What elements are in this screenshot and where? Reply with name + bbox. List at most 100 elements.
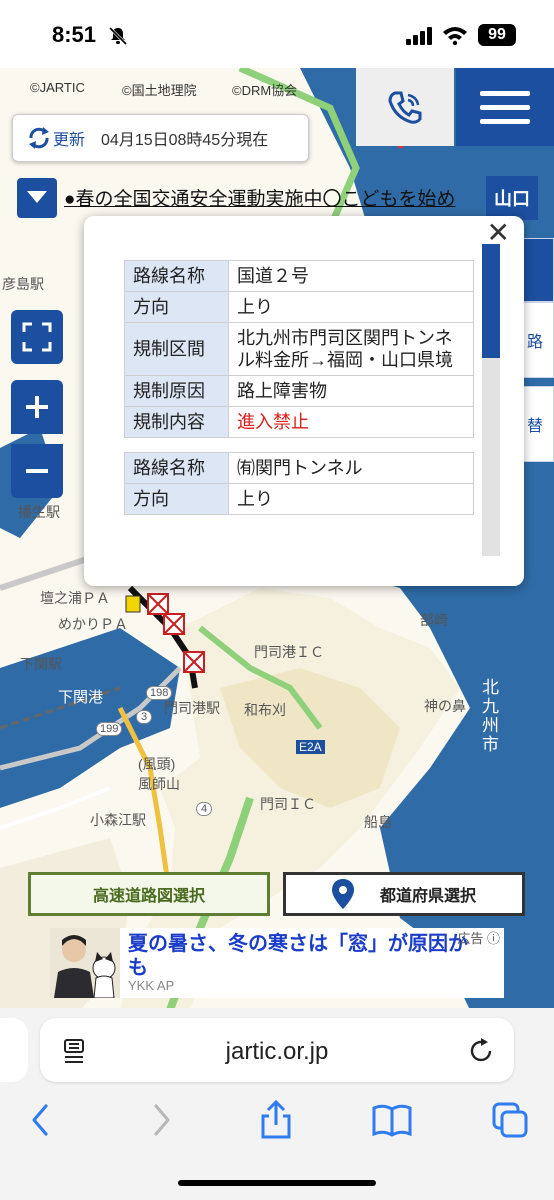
map-label-place: 部崎: [420, 612, 448, 628]
phone-icon: [388, 91, 422, 124]
ad-thumbnail: [50, 928, 120, 999]
map-label-place: 船島: [364, 814, 392, 830]
row-key: 規制原因: [124, 375, 229, 407]
url-text[interactable]: jartic.or.jp: [40, 1038, 514, 1066]
row-value: 国道２号: [228, 260, 474, 292]
refresh-icon: [29, 127, 49, 149]
forward-icon[interactable]: [140, 1100, 180, 1140]
row-value: ㈲関門トンネル: [228, 452, 474, 484]
row-key: 路線名称: [124, 260, 229, 292]
reload-icon[interactable]: [468, 1038, 494, 1064]
phone-button[interactable]: [356, 68, 454, 146]
table-row: 規制原因 路上障害物: [124, 375, 474, 407]
map-label-mountain: 風師山: [138, 776, 180, 792]
info-table: 路線名称 国道２号 方向 上り 規制区間 北九州市門司区関門トンネル料金所→福岡・山口…: [124, 260, 474, 438]
battery-indicator: 99: [478, 24, 516, 46]
highway-map-select-button[interactable]: 高速道路図選択: [28, 872, 270, 916]
row-value: 北九州市門司区関門トンネル料金所→福岡・山口県境: [228, 322, 474, 376]
zoom-out-button[interactable]: [11, 444, 63, 498]
table-row: 路線名称 ㈲関門トンネル: [124, 452, 474, 484]
location-pin-icon: [331, 879, 354, 909]
tabs-icon[interactable]: [490, 1100, 530, 1140]
prefecture-select-button[interactable]: 都道府県選択: [283, 872, 525, 916]
map-label-ic: 門司ＩＣ: [260, 796, 316, 812]
chevron-down-icon: [27, 191, 47, 203]
closure-markers[interactable]: [124, 592, 220, 674]
map-label-pa: 壇之浦ＰＡ: [40, 590, 110, 606]
map-label-city: 北九州市: [479, 678, 498, 754]
status-time: 8:51: [52, 22, 97, 47]
route-shield-198: 198: [146, 686, 173, 700]
status-bar: 8:51 99: [0, 0, 554, 68]
minus-icon: [26, 469, 48, 473]
table-row: 方向 上り: [124, 483, 474, 515]
ad-label[interactable]: 広告 ⓘ: [457, 928, 500, 947]
traffic-map[interactable]: 彦島駅 播生駅 壇之浦ＰＡ めかりＰＡ 下関駅 下関港 門司港ＩＣ 門司港駅 和…: [0, 68, 554, 1010]
map-label-station: 彦島駅: [2, 276, 44, 292]
share-icon[interactable]: [256, 1100, 296, 1140]
bell-off-icon: [108, 26, 128, 46]
row-key: 規制内容: [124, 406, 229, 438]
table-row: 方向 上り: [124, 291, 474, 323]
map-label-mountain: (風頭): [138, 756, 176, 772]
menu-bar-icon: [480, 104, 530, 110]
news-ticker[interactable]: ●春の全国交通安全運動実施中〇こどもを始め: [64, 184, 484, 211]
ad-title[interactable]: 夏の暑さ、冬の寒さは「窓」が原因かも: [128, 932, 468, 980]
ad-brand: YKK AP: [128, 978, 175, 993]
hamburger-menu-button[interactable]: [456, 68, 554, 146]
popup-scrollbar-thumb[interactable]: [482, 244, 500, 358]
prefecture-badge[interactable]: 山口: [486, 176, 538, 220]
row-value-alert: 進入禁止: [228, 406, 474, 438]
map-label-port: 下関港: [58, 689, 104, 706]
prefecture-select-label: 都道府県選択: [379, 888, 476, 905]
ad-label-text: 広告: [457, 931, 484, 946]
menu-bar-icon: [480, 118, 530, 124]
wifi-icon: [443, 27, 467, 45]
row-key: 方向: [124, 483, 229, 515]
attribution-drm: ©DRM協会: [232, 83, 298, 98]
browser-address-area: jartic.or.jp: [0, 1008, 554, 1090]
map-label-station: 門司港駅: [164, 700, 220, 716]
update-box[interactable]: 更新 04月15日08時45分現在: [12, 114, 309, 162]
popup-content[interactable]: 路線名称 国道２号 方向 上り 規制区間 北九州市門司区関門トンネル料金所→福岡・山口…: [124, 260, 474, 558]
info-icon: ⓘ: [486, 931, 500, 946]
advertisement[interactable]: 夏の暑さ、冬の寒さは「窓」が原因かも YKK AP 広告 ⓘ: [50, 928, 504, 999]
previous-tab-peek[interactable]: [0, 1018, 28, 1082]
table-row: 規制区間 北九州市門司区関門トンネル料金所→福岡・山口県境: [124, 322, 474, 376]
row-value: 上り: [228, 291, 474, 323]
table-row: 規制内容 進入禁止: [124, 406, 474, 438]
route-shield-e2a: E2A: [296, 740, 325, 754]
zoom-in-button[interactable]: [11, 380, 63, 434]
cellular-signal-icon: [406, 27, 432, 45]
info-table: 路線名称 ㈲関門トンネル 方向 上り: [124, 452, 474, 515]
table-row: 路線名称 国道２号: [124, 260, 474, 292]
row-key: 路線名称: [124, 452, 229, 484]
route-shield-199: 199: [96, 722, 123, 736]
row-value: 路上障害物: [228, 375, 474, 407]
plus-icon: [26, 396, 48, 418]
route-shield-4: 4: [196, 802, 213, 816]
url-bar[interactable]: jartic.or.jp: [40, 1018, 514, 1082]
menu-bar-icon: [480, 90, 530, 96]
attribution-gsi: ©国土地理院: [122, 83, 197, 98]
row-key: 規制区間: [124, 322, 229, 376]
update-timestamp: 04月15日08時45分現在: [101, 132, 269, 149]
ticker-toggle-button[interactable]: [17, 178, 57, 218]
home-indicator: [178, 1180, 376, 1186]
map-label-station: 下関駅: [20, 656, 62, 672]
fullscreen-button[interactable]: [11, 310, 63, 364]
map-label-place: 神の鼻: [424, 698, 466, 714]
back-icon[interactable]: [22, 1100, 62, 1140]
info-popup: ✕ 路線名称 国道２号 方向 上り 規制区間 北九州市門司区関門トンネル料金所→福岡・…: [84, 216, 524, 586]
map-label-station: 小森江駅: [90, 812, 146, 828]
map-label-ic: 門司港ＩＣ: [254, 644, 324, 660]
bookmarks-icon[interactable]: [372, 1100, 412, 1140]
map-label-station: 播生駅: [18, 504, 60, 520]
row-value: 上り: [228, 483, 474, 515]
update-button-label[interactable]: 更新: [53, 126, 85, 150]
row-key: 方向: [124, 291, 229, 323]
map-label-pa: めかりＰＡ: [58, 616, 128, 632]
route-shield-3: 3: [136, 710, 153, 724]
attribution-jartic: ©JARTIC: [30, 80, 85, 95]
map-label-mountain: 和布刈: [244, 702, 286, 718]
